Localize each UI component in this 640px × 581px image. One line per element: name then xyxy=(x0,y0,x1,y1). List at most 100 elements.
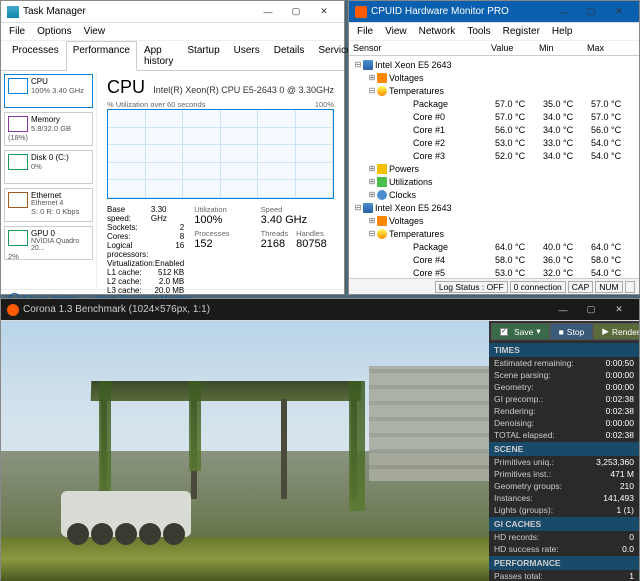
menu-network[interactable]: Network xyxy=(419,26,456,37)
stop-button[interactable]: ■Stop xyxy=(550,323,594,340)
tree-row[interactable]: Package64.0 °C40.0 °C64.0 °C xyxy=(349,240,639,253)
stat-row: TOTAL elapsed:0:02:38 xyxy=(489,429,639,441)
corona-window: Corona 1.3 Benchmark (1024×576px, 1:1) —… xyxy=(0,298,640,580)
stat-row: Denoising:0:00:00 xyxy=(489,417,639,429)
section-gi: GI CACHES xyxy=(489,517,639,531)
stat-row: Primitives uniq.:3,253,360 xyxy=(489,456,639,468)
menu-register[interactable]: Register xyxy=(503,26,540,37)
tree-row[interactable]: Core #057.0 °C34.0 °C57.0 °C xyxy=(349,110,639,123)
tree-row[interactable]: Core #156.0 °C34.0 °C56.0 °C xyxy=(349,123,639,136)
tm-cpu-panel: CPU Intel(R) Xeon(R) CPU E5-2643 0 @ 3.30… xyxy=(97,71,344,289)
tab-performance[interactable]: Performance xyxy=(66,41,137,71)
cpu-chart[interactable] xyxy=(107,109,334,199)
maximize-button[interactable]: ▢ xyxy=(282,2,310,22)
tree-row[interactable]: ⊟Intel Xeon E5 2643 xyxy=(349,58,639,71)
tree-row[interactable]: Package57.0 °C35.0 °C57.0 °C xyxy=(349,97,639,110)
tab-processes[interactable]: Processes xyxy=(5,41,66,70)
tree-row[interactable]: ⊞Powers xyxy=(349,162,639,175)
cr-toolbar: Save▾ ■Stop ▶Render xyxy=(489,321,639,342)
tm-icon xyxy=(7,6,19,18)
stat-row: Geometry:0:00:00 xyxy=(489,381,639,393)
play-icon: ▶ xyxy=(602,326,609,337)
cr-title: Corona 1.3 Benchmark (1024×576px, 1:1) xyxy=(23,304,549,315)
stat-row: Estimated remaining:0:00:50 xyxy=(489,357,639,369)
tm-menu: File Options View xyxy=(1,23,344,41)
tile-cpu[interactable]: CPU100% 3.40 GHz xyxy=(4,74,93,108)
minimize-button[interactable]: — xyxy=(254,2,282,22)
section-perf: PERFORMANCE xyxy=(489,556,639,570)
tree-row[interactable]: ⊞Voltages xyxy=(349,71,639,84)
tm-tabs: Processes Performance App history Startu… xyxy=(1,41,344,71)
stat-row: Rendering:0:02:38 xyxy=(489,405,639,417)
stat-row: HD records:0 xyxy=(489,531,639,543)
tile-gpu[interactable]: GPU 0NVIDIA Quadro 20...2% xyxy=(4,226,93,260)
menu-view[interactable]: View xyxy=(84,26,106,37)
tree-row[interactable]: Core #458.0 °C36.0 °C58.0 °C xyxy=(349,253,639,266)
hw-title: CPUID Hardware Monitor PRO xyxy=(371,6,549,17)
menu-file[interactable]: File xyxy=(357,26,373,37)
menu-tools[interactable]: Tools xyxy=(467,26,490,37)
tree-row[interactable]: ⊟Temperatures xyxy=(349,227,639,240)
menu-help[interactable]: Help xyxy=(552,26,573,37)
checkbox-icon xyxy=(500,328,508,336)
menu-view[interactable]: View xyxy=(385,26,407,37)
menu-file[interactable]: File xyxy=(9,26,25,37)
tile-ethernet[interactable]: EthernetEthernet 4S: 0 R: 0 Kbps xyxy=(4,188,93,222)
stat-row: Scene parsing:0:00:00 xyxy=(489,369,639,381)
stat-row: Primitives inst.:471 M xyxy=(489,468,639,480)
stat-row: GI precomp.:0:02:38 xyxy=(489,393,639,405)
tree-row[interactable]: ⊞Utilizations xyxy=(349,175,639,188)
maximize-button[interactable]: ▢ xyxy=(577,2,605,22)
stat-row: Passes total:1 xyxy=(489,570,639,581)
cpu-model: Intel(R) Xeon(R) CPU E5-2643 0 @ 3.30GHz xyxy=(153,85,334,95)
building xyxy=(369,366,489,481)
hw-statusbar: Log Status : OFF0 connectionCAPNUM xyxy=(349,278,639,294)
tab-apphistory[interactable]: App history xyxy=(137,41,180,70)
maximize-button[interactable]: ▢ xyxy=(577,300,605,320)
cr-titlebar[interactable]: Corona 1.3 Benchmark (1024×576px, 1:1) —… xyxy=(1,299,639,321)
render-button[interactable]: ▶Render xyxy=(593,323,639,340)
chevron-down-icon: ▾ xyxy=(536,326,540,337)
tm-titlebar[interactable]: Task Manager — ▢ ✕ xyxy=(1,1,344,23)
tile-disk[interactable]: Disk 0 (C:)0% xyxy=(4,150,93,184)
tree-row[interactable]: Core #553.0 °C32.0 °C54.0 °C xyxy=(349,266,639,278)
tile-memory[interactable]: Memory5.8/32.0 GB (18%) xyxy=(4,112,93,146)
menu-options[interactable]: Options xyxy=(37,26,71,37)
save-button[interactable]: Save▾ xyxy=(491,323,550,340)
vehicle xyxy=(61,491,191,537)
task-manager-window: Task Manager — ▢ ✕ File Options View Pro… xyxy=(0,0,345,295)
tab-details[interactable]: Details xyxy=(267,41,312,70)
minimize-button[interactable]: — xyxy=(549,300,577,320)
stop-icon: ■ xyxy=(559,327,564,337)
hw-titlebar[interactable]: CPUID Hardware Monitor PRO —▢✕ xyxy=(349,1,639,23)
render-viewport[interactable] xyxy=(1,321,489,581)
corona-icon xyxy=(7,304,19,316)
tab-startup[interactable]: Startup xyxy=(180,41,226,70)
stat-row: Geometry groups:210 xyxy=(489,480,639,492)
shed-roof xyxy=(91,381,362,401)
tm-sidebar: CPU100% 3.40 GHz Memory5.8/32.0 GB (18%)… xyxy=(1,71,97,289)
tm-title: Task Manager xyxy=(23,6,254,17)
close-button[interactable]: ✕ xyxy=(310,2,338,22)
close-button[interactable]: ✕ xyxy=(605,2,633,22)
section-times: TIMES xyxy=(489,343,639,357)
minimize-button[interactable]: — xyxy=(549,2,577,22)
tab-users[interactable]: Users xyxy=(227,41,267,70)
close-button[interactable]: ✕ xyxy=(605,300,633,320)
tree-row[interactable]: Core #253.0 °C33.0 °C54.0 °C xyxy=(349,136,639,149)
tree-row[interactable]: Core #352.0 °C34.0 °C54.0 °C xyxy=(349,149,639,162)
tree-row[interactable]: ⊞Voltages xyxy=(349,214,639,227)
hw-tree[interactable]: ⊟Intel Xeon E5 2643⊞Voltages⊟Temperature… xyxy=(349,56,639,278)
hw-icon xyxy=(355,6,367,18)
stat-row: HD success rate:0.0 xyxy=(489,543,639,555)
stat-row: Instances:141,493 xyxy=(489,492,639,504)
cpu-heading: CPU xyxy=(107,77,145,98)
cr-side-panel: Save▾ ■Stop ▶Render TIMESEstimated remai… xyxy=(489,321,639,581)
tree-row[interactable]: ⊟Temperatures xyxy=(349,84,639,97)
tree-row[interactable]: ⊟Intel Xeon E5 2643 xyxy=(349,201,639,214)
stat-row: Lights (groups):1 (1) xyxy=(489,504,639,516)
hwmonitor-window: CPUID Hardware Monitor PRO —▢✕ File View… xyxy=(348,0,640,295)
section-scene: SCENE xyxy=(489,442,639,456)
tree-row[interactable]: ⊞Clocks xyxy=(349,188,639,201)
hw-columns: SensorValueMinMax xyxy=(349,41,639,56)
